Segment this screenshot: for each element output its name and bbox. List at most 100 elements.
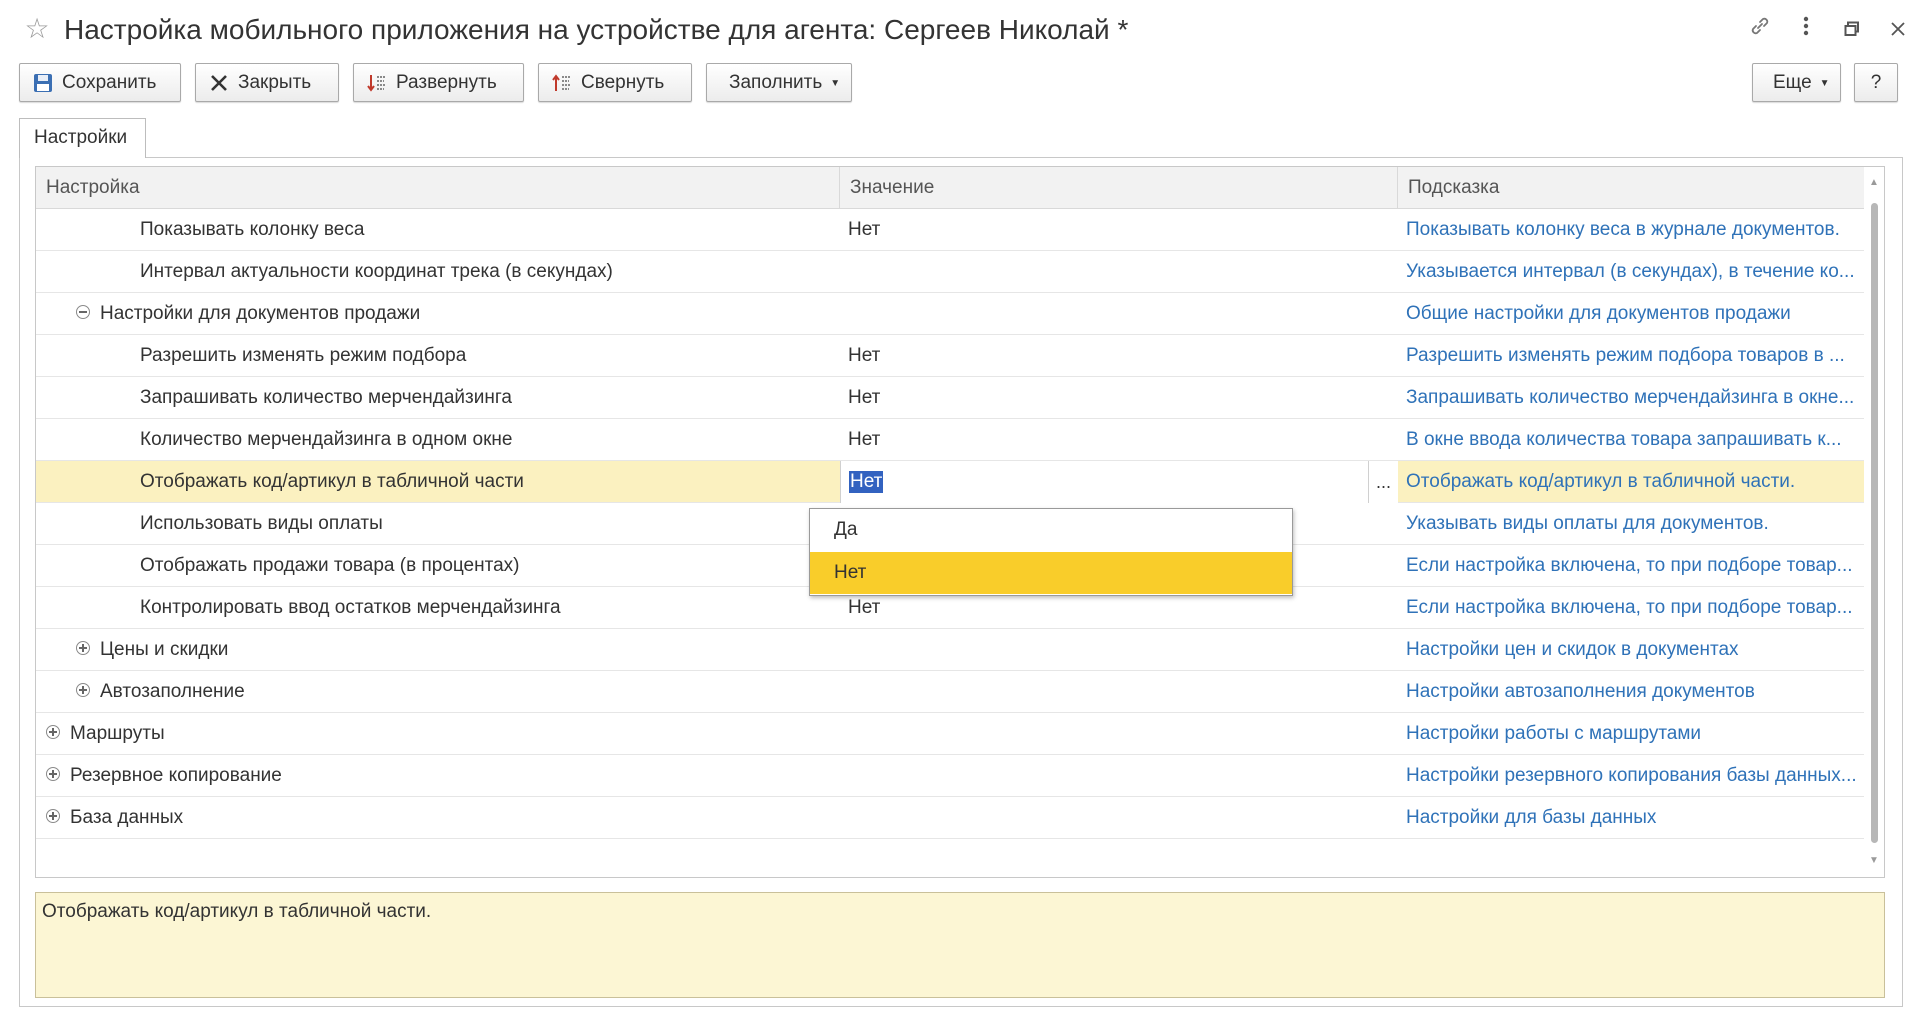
table-row[interactable]: Маршруты Настройки работы с маршрутами: [36, 713, 1864, 755]
save-button[interactable]: Сохранить: [19, 63, 181, 102]
setting-name-cell[interactable]: Использовать виды оплаты: [36, 503, 836, 545]
table-row[interactable]: Отображать код/артикул в табличной части…: [36, 461, 1864, 503]
setting-hint-cell[interactable]: Отображать код/артикул в табличной части…: [1398, 461, 1884, 503]
column-header-setting[interactable]: Настройка: [36, 167, 840, 209]
scroll-up-icon[interactable]: ▲: [1869, 177, 1879, 188]
setting-name-cell[interactable]: Количество мерчендайзинга в одном окне: [36, 419, 836, 461]
setting-hint-cell[interactable]: Общие настройки для документов продажи: [1398, 293, 1884, 335]
fill-dropdown-button[interactable]: Заполнить ▼: [706, 63, 852, 102]
setting-name-cell[interactable]: Маршруты: [36, 713, 836, 755]
collapse-node-icon[interactable]: [76, 304, 90, 319]
expand-node-icon[interactable]: [76, 640, 90, 655]
setting-name-label: Цены и скидки: [100, 639, 229, 660]
choice-option-yes[interactable]: Да: [810, 509, 1292, 551]
setting-name-cell[interactable]: Запрашивать количество мерчендайзинга: [36, 377, 836, 419]
setting-name-cell[interactable]: Отображать продажи товара (в процентах): [36, 545, 836, 587]
table-row[interactable]: Резервное копирование Настройки резервног…: [36, 755, 1864, 797]
setting-value-cell[interactable]: Нет: [840, 419, 1388, 461]
more-dropdown-button[interactable]: Еще ▼: [1752, 63, 1841, 102]
scroll-down-icon[interactable]: ▼: [1869, 855, 1879, 866]
setting-value-cell[interactable]: [840, 251, 1388, 293]
value-input[interactable]: Нет: [840, 461, 1368, 503]
setting-name-cell[interactable]: Отображать код/артикул в табличной части: [36, 461, 836, 503]
kebab-icon[interactable]: [1790, 14, 1822, 46]
setting-hint-cell[interactable]: Если настройка включена, то при подборе …: [1398, 545, 1884, 587]
setting-name-cell[interactable]: Автозаполнение: [36, 671, 836, 713]
setting-value-cell[interactable]: Нет: [840, 335, 1388, 377]
setting-hint-cell[interactable]: В окне ввода количества товара запрашива…: [1398, 419, 1884, 461]
table-row[interactable]: База данных Настройки для базы данных: [36, 797, 1864, 839]
restore-window-icon[interactable]: [1836, 14, 1868, 46]
table-row[interactable]: Настройки для документов продажи Общие на…: [36, 293, 1864, 335]
setting-hint-cell[interactable]: Разрешить изменять режим подбора товаров…: [1398, 335, 1884, 377]
expand-node-icon[interactable]: [76, 682, 90, 697]
setting-name-label: Резервное копирование: [70, 765, 282, 786]
setting-hint-cell[interactable]: Настройки для базы данных: [1398, 797, 1884, 839]
setting-name-cell[interactable]: Контролировать ввод остатков мерчендайзи…: [36, 587, 836, 629]
setting-value-cell[interactable]: [840, 797, 1388, 839]
setting-value-cell[interactable]: [840, 755, 1388, 797]
setting-value-cell[interactable]: Нет: [840, 209, 1388, 251]
choice-option-no[interactable]: Нет: [810, 552, 1292, 594]
setting-name-label: Автозаполнение: [100, 681, 245, 702]
setting-name-cell[interactable]: Разрешить изменять режим подбора: [36, 335, 836, 377]
close-x-icon: [208, 70, 230, 92]
expand-button[interactable]: Развернуть: [353, 63, 524, 102]
table-row[interactable]: Разрешить изменять режим подбора Нет Разре…: [36, 335, 1864, 377]
setting-hint-cell[interactable]: Показывать колонку веса в журнале докуме…: [1398, 209, 1884, 251]
setting-hint-cell[interactable]: Настройки цен и скидок в документах: [1398, 629, 1884, 671]
scrollbar-thumb[interactable]: [1871, 203, 1878, 843]
value-input-selected-text[interactable]: Нет: [849, 471, 884, 493]
table-row[interactable]: Цены и скидки Настройки цен и скидок в до…: [36, 629, 1864, 671]
setting-name-label: Отображать код/артикул в табличной части: [140, 471, 524, 492]
table-row[interactable]: Запрашивать количество мерчендайзинга Нет…: [36, 377, 1864, 419]
setting-value-cell[interactable]: [840, 671, 1388, 713]
setting-name-label: Интервал актуальности координат трека (в…: [140, 261, 613, 282]
setting-hint-cell[interactable]: Если настройка включена, то при подборе …: [1398, 587, 1884, 629]
table-row[interactable]: Показывать колонку веса Нет Показывать кол…: [36, 209, 1864, 251]
table-header: Настройка Значение Подсказка: [36, 167, 1864, 209]
choice-button[interactable]: ...: [1368, 461, 1398, 503]
save-button-label: Сохранить: [62, 72, 157, 93]
setting-name-cell[interactable]: Цены и скидки: [36, 629, 836, 671]
table-row[interactable]: Количество мерчендайзинга в одном окне Не…: [36, 419, 1864, 461]
setting-name-cell[interactable]: База данных: [36, 797, 836, 839]
table-row[interactable]: Интервал актуальности координат трека (в…: [36, 251, 1864, 293]
collapse-button[interactable]: Свернуть: [538, 63, 692, 102]
expand-node-icon[interactable]: [46, 724, 60, 739]
star-icon[interactable]: ☆: [22, 14, 52, 44]
column-header-value[interactable]: Значение: [840, 167, 1398, 209]
tab-settings[interactable]: Настройки: [19, 118, 146, 158]
help-button[interactable]: ?: [1854, 63, 1898, 102]
table-row[interactable]: Автозаполнение Настройки автозаполнения д…: [36, 671, 1864, 713]
expand-node-icon[interactable]: [46, 808, 60, 823]
setting-name-cell[interactable]: Резервное копирование: [36, 755, 836, 797]
vertical-scrollbar[interactable]: ▲ ▼: [1864, 167, 1884, 877]
setting-hint-cell[interactable]: Настройки автозаполнения документов: [1398, 671, 1884, 713]
setting-hint-cell[interactable]: Указывать виды оплаты для документов.: [1398, 503, 1884, 545]
setting-hint-cell[interactable]: Настройки резервного копирования базы да…: [1398, 755, 1884, 797]
setting-value-cell[interactable]: [840, 293, 1388, 335]
hint-panel-text: Отображать код/артикул в табличной части…: [42, 901, 432, 922]
setting-hint-cell[interactable]: Настройки работы с маршрутами: [1398, 713, 1884, 755]
setting-value-cell[interactable]: [840, 629, 1388, 671]
tab-settings-label: Настройки: [34, 127, 128, 148]
setting-hint-cell[interactable]: Указывается интервал (в секундах), в теч…: [1398, 251, 1884, 293]
setting-hint-cell[interactable]: Запрашивать количество мерчендайзинга в …: [1398, 377, 1884, 419]
link-icon[interactable]: [1744, 14, 1776, 46]
setting-value-cell[interactable]: [840, 713, 1388, 755]
expand-node-icon[interactable]: [46, 766, 60, 781]
setting-name-cell[interactable]: Показывать колонку веса: [36, 209, 836, 251]
setting-name-cell[interactable]: Настройки для документов продажи: [36, 293, 836, 335]
close-button[interactable]: Закрыть: [195, 63, 339, 102]
setting-name-label: Использовать виды оплаты: [140, 513, 383, 534]
setting-name-label: Маршруты: [70, 723, 165, 744]
setting-name-label: Показывать колонку веса: [140, 219, 365, 240]
hint-panel: Отображать код/артикул в табличной части…: [35, 892, 1885, 998]
value-choice-list[interactable]: Да Нет: [809, 508, 1293, 596]
setting-name-cell[interactable]: Интервал актуальности координат трека (в…: [36, 251, 836, 293]
close-icon[interactable]: [1882, 14, 1914, 46]
column-header-hint[interactable]: Подсказка: [1398, 167, 1864, 209]
setting-value-cell[interactable]: Нет: [840, 377, 1388, 419]
setting-name-label: Разрешить изменять режим подбора: [140, 345, 467, 366]
